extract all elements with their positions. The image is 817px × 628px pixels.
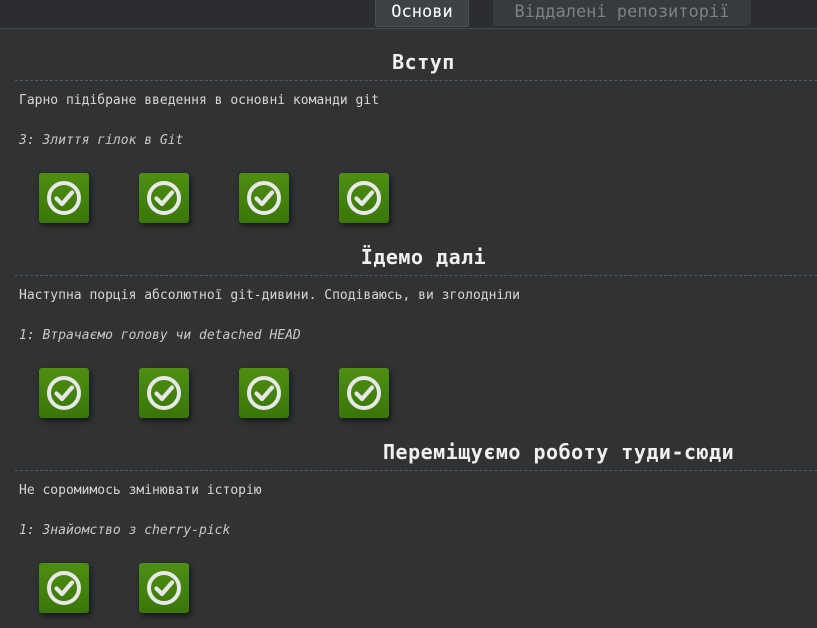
section-title-moving-work: Переміщуємо роботу туди-сюди (383, 440, 735, 464)
check-circle-icon (47, 181, 81, 215)
section-description: Наступна порція абсолютної git-дивини. С… (19, 288, 520, 303)
section-divider (15, 275, 817, 276)
tab-bar: Основи Віддалені репозиторії (0, 0, 817, 29)
check-circle-icon (347, 181, 381, 215)
level-button-3-1[interactable] (39, 563, 89, 613)
check-circle-icon (147, 376, 181, 410)
check-circle-icon (247, 181, 281, 215)
level-button-2-1[interactable] (39, 368, 89, 418)
level-select-page: Основи Віддалені репозиторії Вступ Гарно… (0, 0, 817, 628)
level-button-2-4[interactable] (339, 368, 389, 418)
section-description: Не соромимось змінювати історію (19, 483, 262, 498)
tab-remote-repositories[interactable]: Віддалені репозиторії (493, 0, 751, 26)
check-circle-icon (47, 571, 81, 605)
section-title-intro: Вступ (392, 50, 455, 74)
check-circle-icon (147, 571, 181, 605)
level-button-3-2[interactable] (139, 563, 189, 613)
section-divider (15, 80, 817, 81)
current-level-label: 1: Знайомство з cherry-pick (19, 523, 231, 538)
check-circle-icon (47, 376, 81, 410)
check-circle-icon (247, 376, 281, 410)
level-button-1-3[interactable] (239, 173, 289, 223)
current-level-label: 3: Злиття гілок в Git (19, 133, 184, 148)
level-button-2-3[interactable] (239, 368, 289, 418)
tab-basics[interactable]: Основи (375, 0, 469, 27)
current-level-label: 1: Втрачаємо голову чи detached HEAD (19, 328, 301, 343)
section-description: Гарно підібране введення в основні коман… (19, 93, 380, 108)
level-button-2-2[interactable] (139, 368, 189, 418)
level-button-1-4[interactable] (339, 173, 389, 223)
level-button-1-2[interactable] (139, 173, 189, 223)
check-circle-icon (347, 376, 381, 410)
level-button-1-1[interactable] (39, 173, 89, 223)
check-circle-icon (147, 181, 181, 215)
section-title-moving-on: Їдемо далі (360, 245, 487, 269)
section-divider (15, 470, 817, 471)
